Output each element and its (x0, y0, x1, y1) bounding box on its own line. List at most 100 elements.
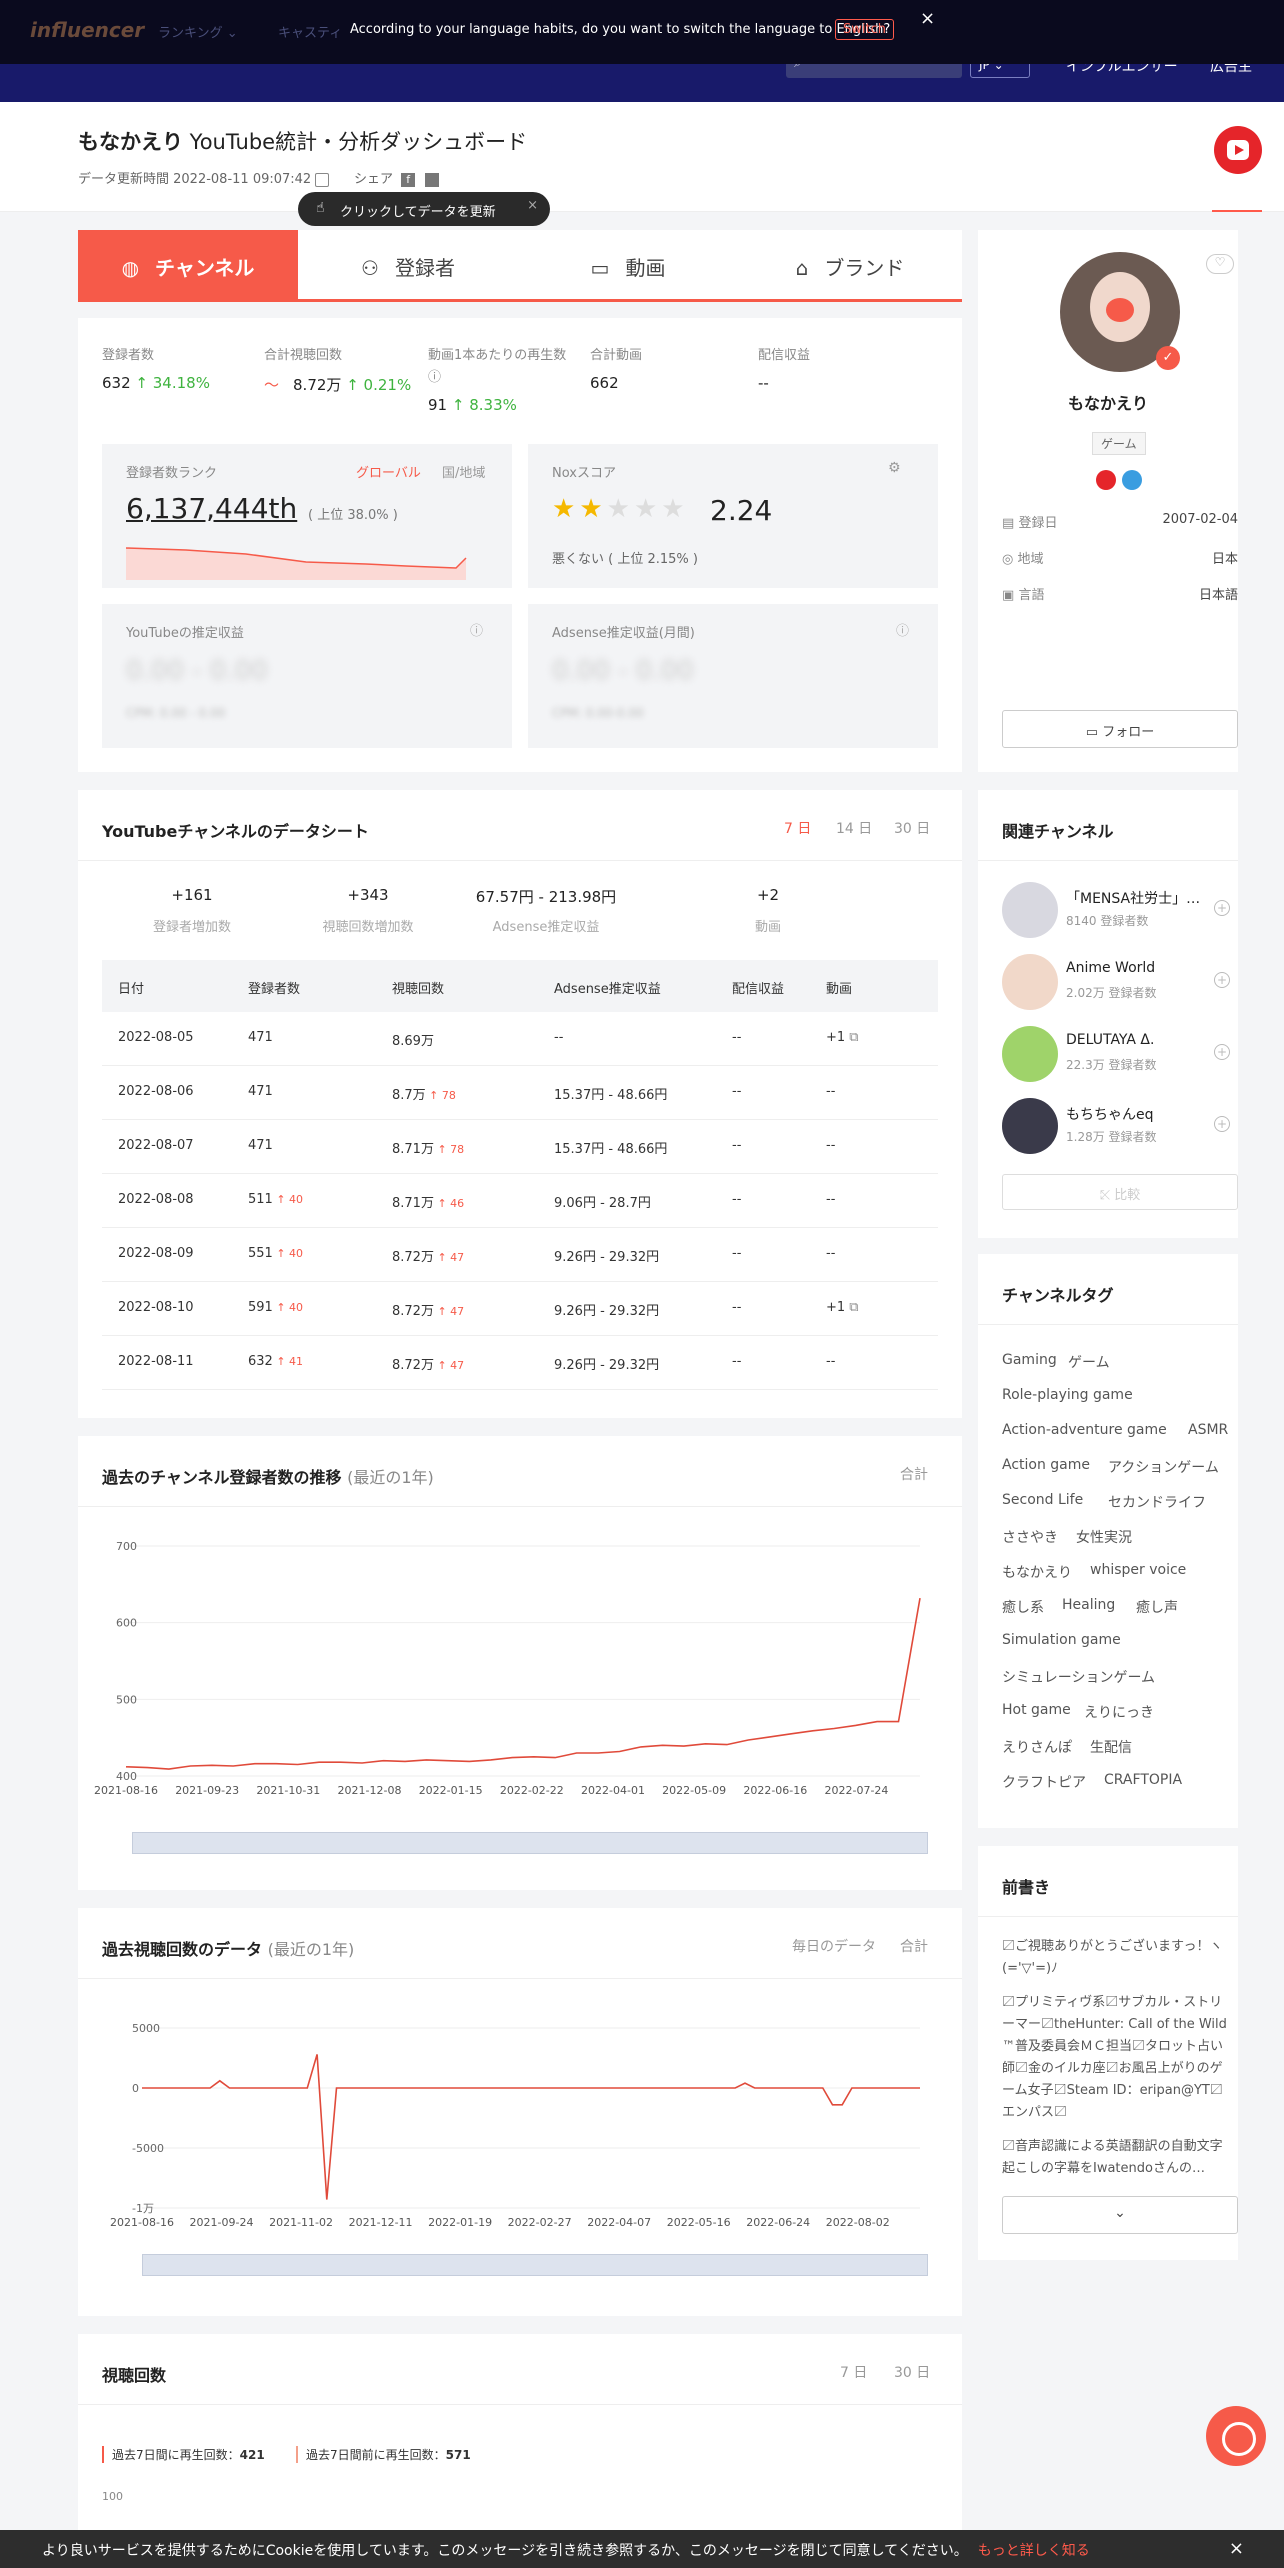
y-tick-label: -1万 (132, 2202, 154, 2215)
tab-videos[interactable]: ▭ 動画 (518, 230, 738, 300)
channel-tag[interactable]: クラフトピア (1002, 1772, 1086, 1792)
rank-region-toggle[interactable]: 国/地域 (442, 462, 485, 481)
tab-brands[interactable]: ⌂ ブランド (738, 230, 962, 300)
channel-tag[interactable]: Healing (1062, 1597, 1115, 1613)
channel-tag[interactable]: えりさんぽ (1002, 1737, 1072, 1757)
kpi-label: 登録者数 (102, 348, 155, 363)
channel-tag[interactable]: えりにっき (1084, 1702, 1154, 1722)
subscriber-line-chart: 400 500 600 700 2021-08-16 2021-09-23 2021-10-… (94, 1540, 921, 1797)
video-link-icon[interactable]: ⧉ (845, 1030, 858, 1045)
table-cell: -- (732, 1138, 742, 1153)
tab-subscribers[interactable]: ⚇ 登録者 (298, 230, 518, 300)
views-daily-toggle[interactable]: 毎日のデータ (792, 1936, 876, 1956)
settings-icon[interactable]: ⚙ (888, 460, 901, 476)
channel-tag[interactable]: ゲーム (1068, 1352, 1110, 1372)
add-compare-icon[interactable]: + (1214, 1044, 1230, 1060)
channel-tag[interactable]: whisper voice (1090, 1562, 1186, 1578)
related-channel-item[interactable]: もちちゃんeq 1.28万 登録者数 + (1002, 1098, 1238, 1162)
table-cell: -- (732, 1192, 742, 1207)
increase-badge: ↑ 78 (433, 1143, 465, 1156)
add-compare-icon[interactable]: + (1214, 1116, 1230, 1132)
y-tick: 100 (102, 2490, 123, 2503)
table-cell: 2022-08-10 (118, 1300, 194, 1315)
tooltip-close-icon[interactable]: × (527, 198, 538, 213)
expand-button[interactable]: ⌄ (1002, 2196, 1238, 2234)
favorite-heart-icon[interactable]: ♡ (1206, 254, 1234, 274)
channel-tag[interactable]: シミュレーションゲーム (1002, 1667, 1155, 1687)
facebook-icon[interactable]: f (401, 172, 416, 187)
youtube-icon[interactable] (1096, 470, 1116, 490)
legend-previous: 過去7日間前に再生回数：571 (296, 2446, 471, 2463)
y-tick-label: 400 (116, 1770, 137, 1783)
related-channel-name: DELUTAYA Δ. (1066, 1032, 1155, 1048)
table-row: 2022-08-11 632 ↑ 41 8.72万 ↑ 47 9.26円 - 29.3… (102, 1336, 938, 1390)
views-range-30d[interactable]: 30 日 (894, 2362, 930, 2382)
channel-tag[interactable]: Hot game (1002, 1702, 1071, 1718)
table-cell: 471 (248, 1138, 273, 1153)
add-compare-icon[interactable]: + (1214, 972, 1230, 988)
follow-button[interactable]: ▭ フォロー (1002, 710, 1238, 748)
views-range-7d[interactable]: 7 日 (840, 2362, 867, 2382)
rank-global-toggle[interactable]: グローバル (356, 462, 421, 481)
x-tick-label: 2022-01-19 (428, 2216, 492, 2229)
x-tick-label: 2021-12-08 (338, 1784, 402, 1797)
refresh-icon[interactable] (315, 172, 330, 187)
channel-tag[interactable]: もなかえり (1002, 1562, 1072, 1582)
y-tick-label: 600 (116, 1617, 137, 1630)
learn-more-link[interactable]: もっと詳しく知る (978, 2543, 1090, 2559)
channel-tag[interactable]: Second Life (1002, 1492, 1083, 1508)
channel-tag[interactable]: Action-adventure game (1002, 1422, 1167, 1438)
table-header: 日付 登録者数 視聴回数 Adsense推定収益 配信収益 動画 (102, 960, 938, 1012)
views-total-toggle[interactable]: 合計 (900, 1936, 928, 1956)
add-compare-icon[interactable]: + (1214, 900, 1230, 916)
channel-tag[interactable]: Gaming (1002, 1352, 1057, 1368)
rank-percent: ( 上位 38.0% ) (308, 508, 398, 523)
nox-desc: 悪くない ( 上位 2.15% ) (552, 552, 698, 567)
range-14d[interactable]: 14 日 (836, 821, 872, 837)
switch-language-button[interactable]: Switch (835, 19, 894, 40)
range-7d[interactable]: 7 日 (784, 821, 811, 837)
views-line-chart: -1万 -5000 0 5000 2021-08-16 2021-09-24 2021-11… (110, 2022, 920, 2229)
channel-tag[interactable]: ASMR (1188, 1422, 1228, 1438)
nav-ranking-menu[interactable]: ランキング ⌄ (158, 22, 238, 41)
twitter-icon[interactable] (425, 172, 440, 187)
location-icon: ◎ (1002, 552, 1014, 567)
chat-support-button[interactable] (1206, 2406, 1266, 2466)
y-tick-label: 5000 (132, 2022, 160, 2035)
subs-total-toggle[interactable]: 合計 (900, 1464, 928, 1484)
nav-casting-menu[interactable]: キャスティ (278, 22, 342, 41)
channel-tag[interactable]: Role-playing game (1002, 1387, 1133, 1403)
channel-tag[interactable]: Action game (1002, 1457, 1090, 1473)
channel-tag[interactable]: 女性実況 (1076, 1527, 1132, 1547)
range-30d[interactable]: 30 日 (894, 821, 930, 837)
nox-label: Noxスコア (552, 466, 616, 481)
channel-tag[interactable]: 癒し系 (1002, 1597, 1044, 1617)
table-cell: 8.71万 ↑ 46 (392, 1196, 465, 1211)
related-channel-item[interactable]: 「MENSA社労士」… 8140 登録者数 + (1002, 882, 1238, 946)
related-channel-item[interactable]: DELUTAYA Δ. 22.3万 登録者数 + (1002, 1026, 1238, 1090)
related-channel-name: 「MENSA社労士」… (1066, 891, 1201, 907)
update-time: データ更新時間 2022-08-11 09:07:42 (78, 168, 330, 187)
video-link-icon[interactable]: ⧉ (845, 1300, 858, 1315)
compare-button[interactable]: ⤪ 比較 (1002, 1174, 1238, 1210)
channel-tag[interactable]: 生配信 (1090, 1737, 1132, 1757)
related-title: 関連チャンネル (1002, 822, 1114, 841)
channel-tag[interactable]: 癒し声 (1136, 1597, 1178, 1617)
tab-channel[interactable]: ◍ チャンネル (78, 230, 298, 300)
site-logo[interactable]: influencer (30, 18, 144, 42)
channel-tag[interactable]: Simulation game (1002, 1632, 1121, 1648)
chart-zoom-slider[interactable] (132, 1832, 928, 1854)
twitter-icon[interactable] (1122, 470, 1142, 490)
cookie-close-icon[interactable]: × (1229, 2538, 1244, 2559)
channel-tag[interactable]: アクションゲーム (1108, 1457, 1219, 1477)
close-banner-icon[interactable]: × (920, 8, 935, 29)
channel-tag[interactable]: ささやき (1002, 1527, 1058, 1547)
related-channel-item[interactable]: Anime World 2.02万 登録者数 + (1002, 954, 1238, 1018)
star-icon: ★ (661, 494, 689, 524)
channel-tag[interactable]: CRAFTOPIA (1104, 1772, 1182, 1788)
star-icon: ★ (606, 494, 634, 524)
kpi-label: 合計動画 (590, 348, 643, 363)
x-tick-label: 2021-09-23 (175, 1784, 239, 1797)
chart-zoom-slider[interactable] (142, 2254, 928, 2276)
channel-tag[interactable]: セカンドライフ (1108, 1492, 1206, 1512)
